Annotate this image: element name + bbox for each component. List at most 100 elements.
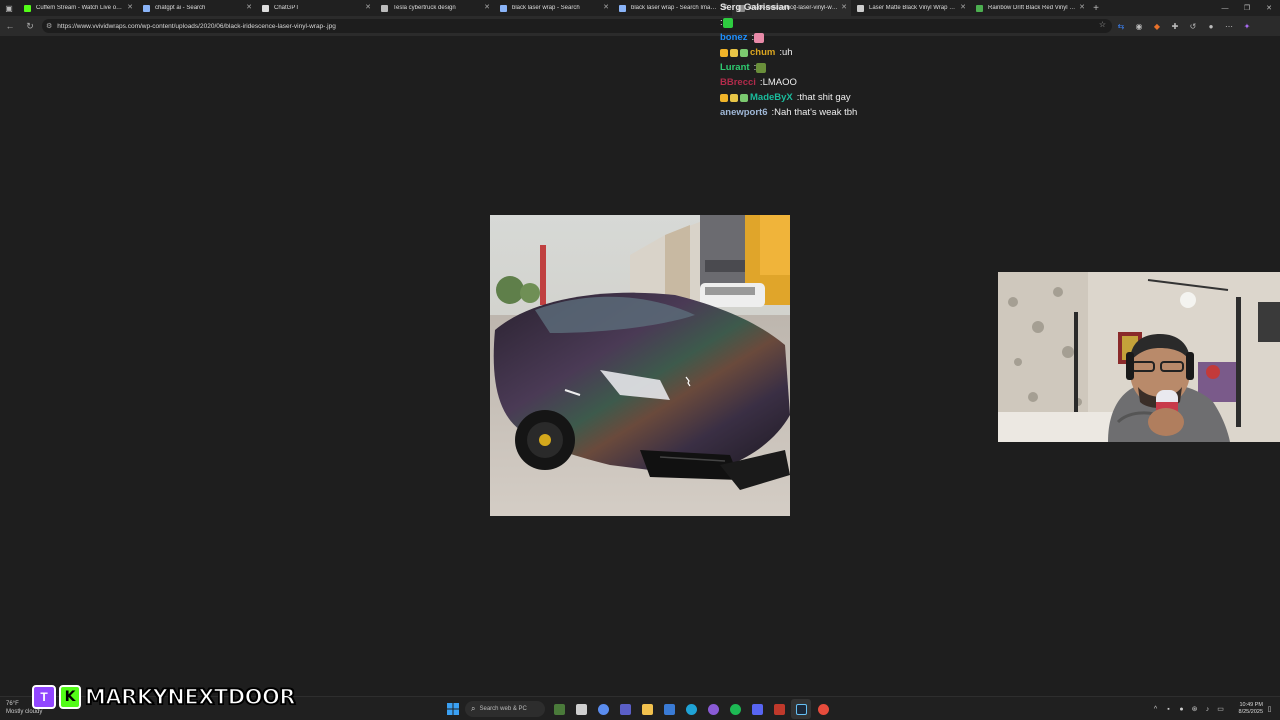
steam-icon[interactable]	[791, 699, 811, 719]
chat-username[interactable]: anewport6	[720, 105, 768, 120]
taskbar-search-placeholder: Search web & PC	[479, 706, 527, 712]
chat-message: MadeByX: that shit gay	[720, 90, 1120, 105]
gift-badge-icon	[730, 93, 738, 102]
chat-username[interactable]: Serg Galrissian	[720, 0, 790, 15]
app-purple-icon[interactable]	[703, 699, 723, 719]
search-icon: ⌕	[471, 704, 476, 713]
browser-tab[interactable]: Cuffem Stream - Watch Live on Kick ✕	[18, 0, 137, 16]
obs-icon[interactable]	[769, 699, 789, 719]
puzzle-extensions-icon[interactable]: ✚	[1166, 16, 1184, 36]
extension-icon[interactable]: ◉	[1130, 16, 1148, 36]
leaf-badge-icon	[740, 48, 748, 57]
search-icon	[619, 4, 626, 12]
microphone-icon[interactable]: ●	[1175, 706, 1188, 713]
tab-title: Cuffem Stream - Watch Live on Kick	[36, 5, 124, 11]
taskbar-search[interactable]: ⌕ Search web & PC	[465, 701, 545, 717]
history-icon[interactable]: ↺	[1184, 16, 1202, 36]
minimize-icon[interactable]: —	[1214, 0, 1236, 16]
chat-message: anewport6: Nah that's weak tbh	[720, 105, 1120, 120]
network-icon[interactable]: ⊛	[1188, 705, 1201, 713]
tray-app-icon[interactable]: ▪	[1162, 706, 1175, 713]
channel-name: MARKYNEXTDOOR	[84, 684, 296, 710]
extension-icon-2[interactable]: ◆	[1148, 16, 1166, 36]
screen: ▣ Cuffem Stream - Watch Live on Kick ✕ cha…	[0, 0, 1280, 720]
system-tray: ^ ▪ ● ⊛ ♪ ▭ 10:49 PM 8/25/2025 ▯	[1149, 699, 1276, 719]
close-tab-icon[interactable]: ✕	[484, 3, 490, 11]
pink-square-emote-icon	[754, 32, 765, 43]
chat-colon: :	[793, 2, 797, 13]
green-e-emote-icon	[722, 17, 733, 28]
menu-icon[interactable]: ⋯	[1220, 16, 1238, 36]
chat-text: Nah that's weak tbh	[774, 107, 858, 118]
taskbar-clock[interactable]: 10:49 PM 8/25/2025	[1233, 702, 1263, 716]
chat-username[interactable]: Lurant	[720, 60, 750, 75]
chat-username[interactable]: MadeByX	[750, 90, 793, 105]
leaf-badge-icon	[740, 93, 748, 102]
crown-badge-icon	[720, 93, 728, 102]
back-icon[interactable]: ←	[0, 16, 20, 36]
window-controls: — ❐ ✕	[1214, 0, 1280, 16]
store-icon[interactable]	[659, 699, 679, 719]
volume-icon[interactable]: ♪	[1201, 706, 1214, 713]
chat-message: bonez:	[720, 30, 1120, 45]
search-icon	[500, 4, 507, 12]
battery-icon[interactable]: ▭	[1214, 705, 1227, 713]
close-tab-icon[interactable]: ✕	[127, 3, 133, 11]
search-icon	[143, 4, 150, 12]
maximize-icon[interactable]: ❐	[1236, 0, 1258, 16]
browser-tab[interactable]: ChatGPT ✕	[256, 0, 375, 16]
tray-overflow-icon[interactable]: ^	[1149, 706, 1162, 713]
copilot-icon[interactable]: ✦	[1238, 16, 1256, 36]
pepe-emote-icon	[756, 62, 767, 73]
chat-text: LMAOO	[762, 77, 797, 88]
chat-username[interactable]: chum	[750, 45, 775, 60]
close-tab-icon[interactable]: ✕	[365, 3, 371, 11]
tab-title: chatgpt ai - Search	[155, 5, 206, 11]
chat-message: BBrecci: LMAOO	[720, 75, 1120, 90]
discord-icon[interactable]	[747, 699, 767, 719]
crown-badge-icon	[720, 48, 728, 57]
taskbar-apps: ⌕ Search web & PC	[443, 699, 835, 719]
chat-username[interactable]: bonez	[720, 30, 747, 45]
browser-tab[interactable]: Tesla cybertruck design ✕	[375, 0, 494, 16]
close-tab-icon[interactable]: ✕	[246, 3, 252, 11]
browser-tab[interactable]: black laser wrap - Search ✕	[494, 0, 613, 16]
tab-title: ChatGPT	[274, 5, 300, 11]
kick-logo-icon: K	[59, 685, 81, 709]
widgets-icon[interactable]	[549, 699, 569, 719]
close-window-icon[interactable]: ✕	[1258, 0, 1280, 16]
clock-time: 10:49 PM	[1239, 702, 1263, 708]
car-photo	[490, 215, 790, 516]
start-button[interactable]	[443, 699, 463, 719]
task-view-icon[interactable]	[571, 699, 591, 719]
kick-icon	[24, 4, 31, 12]
spotify-icon[interactable]	[725, 699, 745, 719]
streamer-webcam	[998, 272, 1280, 442]
extensions-area: ⇆ ◉ ◆ ✚ ↺ ● ⋯ ✦	[1112, 16, 1256, 36]
copilot-taskbar-icon[interactable]	[593, 699, 613, 719]
site-info-icon[interactable]: ⚙	[46, 22, 52, 30]
file-explorer-icon[interactable]	[637, 699, 657, 719]
profile-avatar-icon[interactable]: ●	[1202, 16, 1220, 36]
tab-actions-icon[interactable]: ▣	[0, 0, 18, 16]
chat-username[interactable]: BBrecci	[720, 75, 756, 90]
address-url: https://www.vvividwraps.com/wp-content/u…	[57, 22, 336, 30]
reload-icon[interactable]: ↻	[20, 16, 40, 36]
browser-tab[interactable]: chatgpt ai - Search ✕	[137, 0, 256, 16]
chat-message: Lurant:	[720, 60, 1120, 75]
chatgpt-icon	[262, 4, 269, 12]
chat-text: that shit gay	[799, 92, 851, 103]
chat-message: :	[720, 15, 1120, 30]
edge-icon[interactable]	[681, 699, 701, 719]
notifications-icon[interactable]: ▯	[1263, 705, 1276, 713]
tab-title: black laser wrap - Search	[512, 5, 580, 11]
chat-text: uh	[781, 47, 793, 58]
teams-icon[interactable]	[615, 699, 635, 719]
car-wrap-image[interactable]	[490, 215, 790, 516]
clock-date: 8/25/2025	[1238, 709, 1263, 715]
app-red-icon[interactable]	[813, 699, 833, 719]
close-tab-icon[interactable]: ✕	[603, 3, 609, 11]
windows-logo-icon	[447, 703, 459, 715]
webcam-feed	[998, 272, 1280, 442]
browser-tab[interactable]: black laser wrap - Search Images ✕	[613, 0, 732, 16]
